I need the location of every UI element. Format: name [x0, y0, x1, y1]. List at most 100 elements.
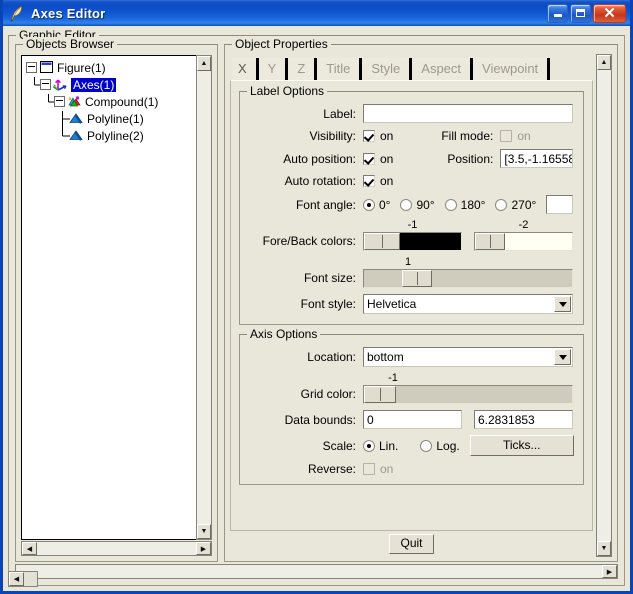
minimize-button[interactable] [547, 3, 568, 23]
font-angle-label-270: 270° [511, 197, 537, 212]
graphic-editor-horizontal-scrollbar[interactable]: ▶ [15, 564, 618, 579]
reverse-checkbox[interactable] [363, 463, 375, 475]
scroll-track[interactable] [37, 542, 196, 555]
scroll-track[interactable] [197, 71, 211, 524]
objects-tree[interactable]: Figure(1) Axes(1) Compound(1) Polyline(1… [21, 55, 196, 540]
scroll-right-icon[interactable]: ▶ [196, 542, 211, 555]
font-size-caption: Font size: [303, 271, 356, 285]
fore-back-colors-caption: Fore/Back colors: [262, 234, 356, 248]
back-color-slider[interactable] [474, 232, 573, 251]
maximize-button[interactable] [570, 3, 591, 23]
window-controls: ✕ [547, 3, 628, 23]
objects-browser-group: Objects Browser Figure(1) Axes(1) Compou… [15, 37, 218, 562]
font-style-select[interactable]: Helvetica [363, 294, 573, 314]
outer-horizontal-scrollbar[interactable]: ◀ [8, 571, 38, 587]
slider-thumb[interactable] [402, 270, 432, 287]
polyline-icon [68, 111, 85, 126]
chevron-down-icon[interactable] [554, 296, 571, 312]
scroll-track[interactable] [16, 565, 602, 578]
tab-aspect[interactable]: Aspect [412, 58, 474, 80]
reverse-caption: Reverse: [307, 462, 356, 476]
tree-item-compound[interactable]: Compound(1) [26, 93, 196, 110]
scroll-left-icon[interactable]: ◀ [9, 572, 24, 586]
scroll-down-icon[interactable]: ▼ [197, 524, 211, 539]
auto-position-checkbox[interactable] [363, 152, 375, 165]
property-tabs: X Y Z Title Style Aspect Viewpoint [230, 54, 593, 80]
tree-item-label: Polyline(2) [87, 128, 144, 143]
font-angle-label-0: 0° [379, 197, 391, 212]
location-value: bottom [367, 350, 404, 364]
tree-item-polyline-1[interactable]: Polyline(1) [26, 110, 196, 127]
location-select[interactable]: bottom [363, 347, 573, 367]
tab-style[interactable]: Style [362, 58, 413, 80]
expander-icon[interactable] [26, 62, 37, 73]
fore-color-value: -1 [407, 219, 418, 231]
slider-track-left [364, 270, 402, 287]
tree-horizontal-scrollbar[interactable]: ◀ ▶ [21, 541, 212, 556]
grid-color-slider[interactable] [363, 385, 573, 404]
expander-icon[interactable] [40, 79, 51, 90]
tab-x[interactable]: X [232, 58, 259, 80]
tab-z[interactable]: Z [288, 58, 318, 80]
auto-rotation-row: Auto rotation: on [250, 174, 573, 188]
tab-y[interactable]: Y [258, 58, 289, 80]
font-angle-radio-90[interactable] [400, 198, 413, 211]
ticks-button[interactable]: Ticks... [469, 435, 574, 456]
data-bounds-min-input[interactable]: 0 [363, 410, 462, 429]
tree-vertical-scrollbar[interactable]: ▲ ▼ [196, 55, 212, 540]
expander-icon[interactable] [54, 96, 65, 107]
font-size-slider[interactable] [363, 269, 573, 288]
tab-viewpoint[interactable]: Viewpoint [473, 58, 551, 80]
quit-button[interactable]: Quit [389, 534, 434, 554]
font-style-value: Helvetica [367, 297, 417, 311]
close-button[interactable]: ✕ [593, 3, 626, 23]
label-input[interactable] [363, 104, 573, 123]
fill-mode-caption: Fill mode: [441, 129, 494, 143]
fill-mode-checkbox[interactable] [500, 130, 513, 142]
auto-rotation-checkbox[interactable] [363, 175, 375, 187]
font-angle-input[interactable] [546, 195, 573, 214]
scroll-up-icon[interactable]: ▲ [197, 56, 211, 71]
grid-color-row: Grid color: -1 [250, 373, 573, 404]
scale-radio-lin[interactable] [363, 439, 375, 452]
tab-title[interactable]: Title [317, 58, 363, 80]
scroll-left-icon[interactable]: ◀ [22, 542, 37, 555]
scroll-down-icon[interactable]: ▼ [597, 541, 611, 556]
object-properties-inner: X Y Z Title Style Aspect Viewpoint Label… [230, 54, 593, 557]
polyline-icon [68, 128, 85, 143]
tree-item-figure[interactable]: Figure(1) [26, 59, 196, 76]
visibility-checkbox[interactable] [363, 130, 375, 142]
data-bounds-caption: Data bounds: [284, 412, 356, 427]
slider-thumb[interactable] [364, 233, 400, 250]
scale-row: Scale: Lin. Log. Ticks... [250, 435, 574, 456]
scroll-right-icon[interactable]: ▶ [602, 565, 617, 578]
font-angle-radio-270[interactable] [495, 198, 508, 211]
scroll-track[interactable] [597, 70, 611, 541]
label-options-legend: Label Options [247, 84, 328, 98]
scroll-up-icon[interactable]: ▲ [597, 55, 611, 70]
scale-label-log: Log. [436, 438, 460, 453]
axis-options-legend: Axis Options [247, 327, 321, 341]
slider-track-right [432, 270, 572, 287]
font-angle-radio-180[interactable] [444, 198, 457, 211]
tree-item-polyline-2[interactable]: Polyline(2) [26, 127, 196, 144]
chevron-down-icon[interactable] [554, 349, 571, 365]
tree-item-label: Compound(1) [85, 94, 159, 109]
scale-radio-log[interactable] [420, 439, 433, 452]
slider-thumb[interactable] [475, 233, 505, 250]
tree-item-label: Axes(1) [71, 77, 117, 92]
slider-thumb[interactable] [364, 386, 396, 403]
position-caption: Position: [447, 151, 494, 166]
fore-color-slider[interactable] [363, 232, 462, 251]
grid-color-value: -1 [388, 372, 398, 384]
properties-vertical-scrollbar[interactable]: ▲ ▼ [596, 54, 612, 557]
auto-rotation-state: on [380, 174, 394, 188]
client-area: Graphic Editor Objects Browser Figure(1)… [3, 26, 630, 591]
tree-item-axes[interactable]: Axes(1) [26, 76, 196, 93]
grid-color-caption: Grid color: [300, 387, 356, 401]
position-input[interactable]: [3.5,-1.165582 [500, 149, 573, 168]
data-bounds-max-input[interactable]: 6.2831853 [474, 410, 573, 429]
font-angle-radio-0[interactable] [363, 198, 375, 211]
location-row: Location: bottom [250, 347, 573, 367]
slider-track [396, 386, 572, 403]
